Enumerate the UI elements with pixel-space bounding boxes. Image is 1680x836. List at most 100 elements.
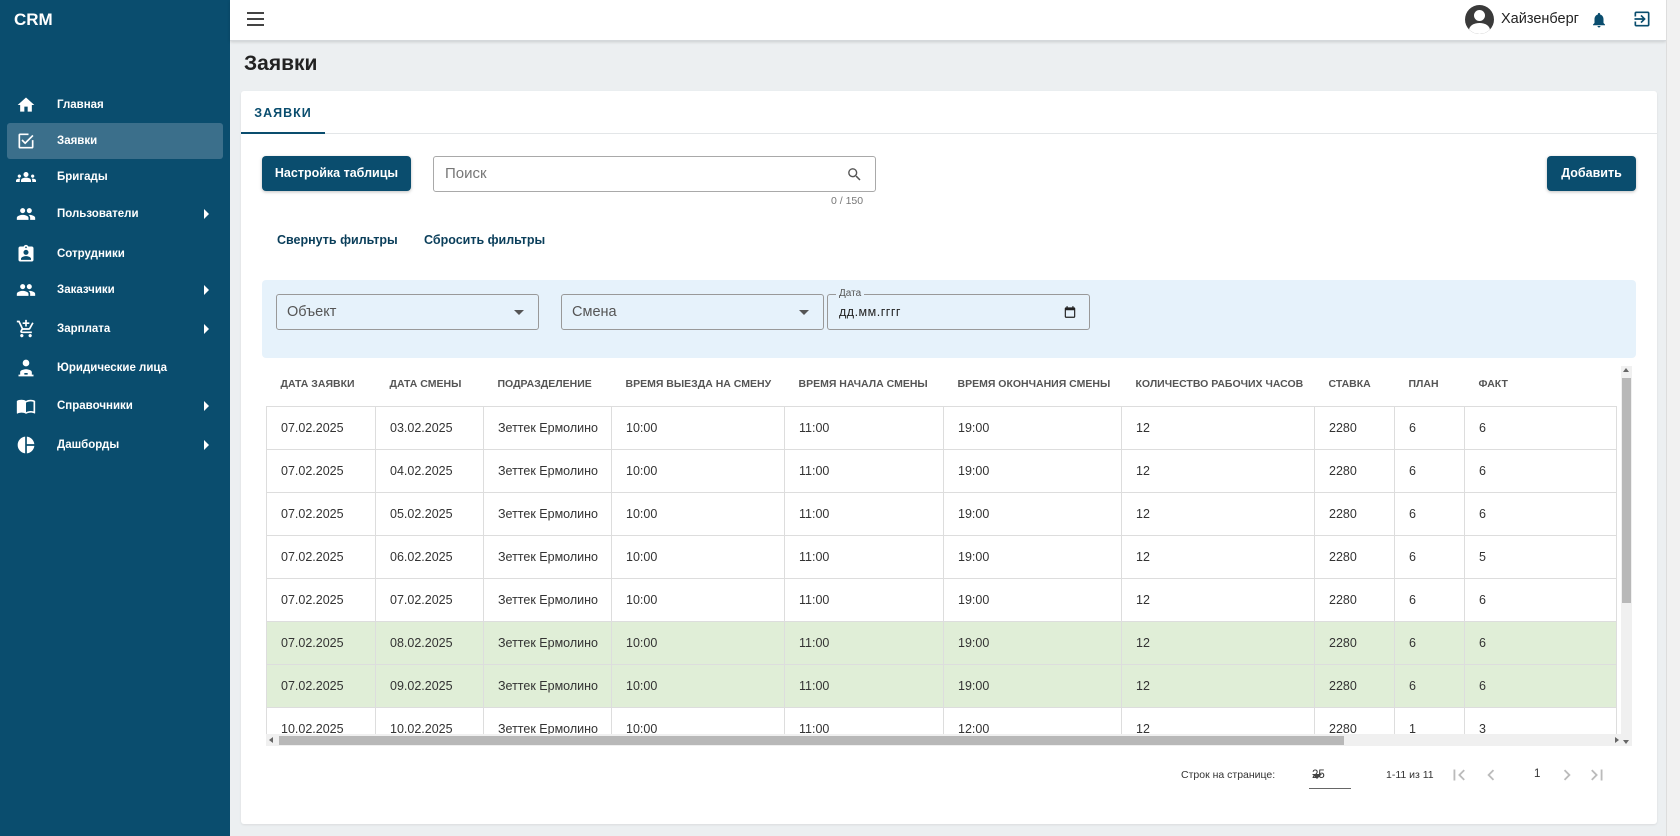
column-header[interactable]: ВРЕМЯ ВЫЕЗДА НА СМЕНУ [611,362,785,407]
avatar[interactable] [1465,5,1494,34]
table-cell: 6 [1394,406,1465,450]
sidebar-item-users[interactable]: Пользователи [7,196,223,232]
sidebar-item-legal-entities[interactable]: Юридические лица [7,350,223,386]
sidebar-item-label: Справочники [57,400,133,412]
calendar-icon[interactable] [1063,305,1077,319]
date-input[interactable]: Дата дд.мм.гггг [827,288,1090,330]
sidebar-item-employees[interactable]: Сотрудники [7,236,223,272]
table-cell: 6 [1394,664,1465,708]
table-cell: 10:00 [611,621,785,665]
logout-icon[interactable] [1632,9,1652,29]
column-header[interactable]: ВРЕМЯ НАЧАЛА СМЕНЫ [784,362,944,407]
shift-select[interactable]: Смена [561,294,824,330]
column-header[interactable]: ДАТА СМЕНЫ [375,362,484,407]
chevron-down-icon [799,310,809,315]
table-row[interactable]: 07.02.2025 07.02.2025 Зеттек Ермолино 10:00… [266,578,1617,622]
table-cell: 19:00 [943,578,1122,622]
reset-filters-button[interactable]: Сбросить фильтры [424,233,545,247]
table-row[interactable]: 07.02.2025 05.02.2025 Зеттек Ермолино 10:00… [266,492,1617,536]
table-row[interactable]: 07.02.2025 08.02.2025 Зеттек Ермолино 10:00… [266,621,1617,665]
cart-icon [16,319,44,339]
sidebar-item-label: Заявки [57,135,98,147]
table-cell: 19:00 [943,492,1122,536]
last-page-icon[interactable] [1586,764,1608,786]
brand-logo[interactable]: CRM [0,0,230,40]
requests-table: ДАТА ЗАЯВКИ ДАТА СМЕНЫ ПОДРАЗДЕЛЕНИЕ ВРЕМЯ … [266,362,1617,746]
group-icon [16,167,44,187]
search-counter: 0 / 150 [831,195,864,207]
chevron-right-icon [204,401,209,411]
column-header[interactable]: ДАТА ЗАЯВКИ [266,362,376,407]
rows-per-page-label: Строк на странице: [1181,769,1276,781]
add-button[interactable]: Добавить [1547,156,1636,191]
previous-page-icon[interactable] [1480,764,1502,786]
search-input[interactable] [445,157,835,189]
table-settings-button[interactable]: Настройка таблицы [262,156,411,191]
sidebar-item-label: Главная [57,99,104,111]
sidebar-item-label: Дашборды [57,439,120,451]
search-icon[interactable] [846,166,863,183]
table-cell: 2280 [1314,621,1395,665]
table-cell: 07.02.2025 [266,492,376,536]
table-cell: 19:00 [943,621,1122,665]
chevron-right-icon [204,209,209,219]
table-horizontal-scrollbar[interactable] [266,734,1622,746]
table-cell: 5 [1464,535,1617,579]
table-cell: 2280 [1314,449,1395,493]
table-cell: 11:00 [784,578,944,622]
sidebar-item-dashboards[interactable]: Дашборды [7,427,223,463]
table-row[interactable]: 07.02.2025 06.02.2025 Зеттек Ермолино 10:00… [266,535,1617,579]
collapse-filters-button[interactable]: Свернуть фильтры [277,233,398,247]
sidebar-item-customers[interactable]: Заказчики [7,272,223,308]
sidebar-item-brigades[interactable]: Бригады [7,159,223,195]
table-cell: 10:00 [611,406,785,450]
table-cell: 2280 [1314,492,1395,536]
next-page-icon[interactable] [1556,764,1578,786]
sidebar-item-home[interactable]: Главная [7,87,223,123]
table-cell: 6 [1464,449,1617,493]
table-cell: 07.02.2025 [266,535,376,579]
rows-per-page-select[interactable]: 25 [1309,763,1351,789]
table-vertical-scrollbar[interactable] [1621,366,1632,746]
sidebar-item-label: Бригады [57,171,108,183]
sidebar-item-directories[interactable]: Справочники [7,388,223,424]
table-cell: 11:00 [784,449,944,493]
table-cell: Зеттек Ермолино [483,492,612,536]
table-cell: 6 [1394,535,1465,579]
table-cell: Зеттек Ермолино [483,621,612,665]
table-cell: 10:00 [611,449,785,493]
table-cell: 19:00 [943,535,1122,579]
column-header[interactable]: ПОДРАЗДЕЛЕНИЕ [483,362,612,407]
page-scrollbar[interactable] [1666,0,1680,836]
chevron-right-icon [204,285,209,295]
date-label: Дата [836,288,865,299]
table-cell: 2280 [1314,406,1395,450]
table-row[interactable]: 07.02.2025 03.02.2025 Зеттек Ермолино 10:00… [266,406,1617,450]
table-cell: 07.02.2025 [375,578,484,622]
table-cell: 07.02.2025 [266,578,376,622]
tab-requests[interactable]: ЗАЯВКИ [241,91,325,134]
table-row[interactable]: 07.02.2025 04.02.2025 Зеттек Ермолино 10:00… [266,449,1617,493]
sidebar-item-requests[interactable]: Заявки [7,123,223,159]
column-header[interactable]: ВРЕМЯ ОКОНЧАНИЯ СМЕНЫ [943,362,1122,407]
table-cell: 10:00 [611,535,785,579]
object-select-placeholder: Объект [287,304,337,320]
menu-icon[interactable] [247,12,264,26]
table-cell: 12 [1121,578,1315,622]
top-bar: Хайзенберг [230,0,1666,41]
first-page-icon[interactable] [1448,764,1470,786]
column-header[interactable]: ФАКТ [1464,362,1617,407]
table-cell: 12 [1121,621,1315,665]
chevron-right-icon [204,440,209,450]
page-title: Заявки [244,52,318,75]
column-header[interactable]: СТАВКА [1314,362,1395,407]
table-cell: 11:00 [784,664,944,708]
user-name[interactable]: Хайзенберг [1501,11,1579,27]
bell-icon[interactable] [1590,10,1608,30]
sidebar-item-salary[interactable]: Зарплата [7,311,223,347]
object-select[interactable]: Объект [276,294,539,330]
column-header[interactable]: КОЛИЧЕСТВО РАБОЧИХ ЧАСОВ [1121,362,1315,407]
table-row[interactable]: 07.02.2025 09.02.2025 Зеттек Ермолино 10:00… [266,664,1617,708]
person-desk-icon [16,358,44,378]
column-header[interactable]: ПЛАН [1394,362,1465,407]
